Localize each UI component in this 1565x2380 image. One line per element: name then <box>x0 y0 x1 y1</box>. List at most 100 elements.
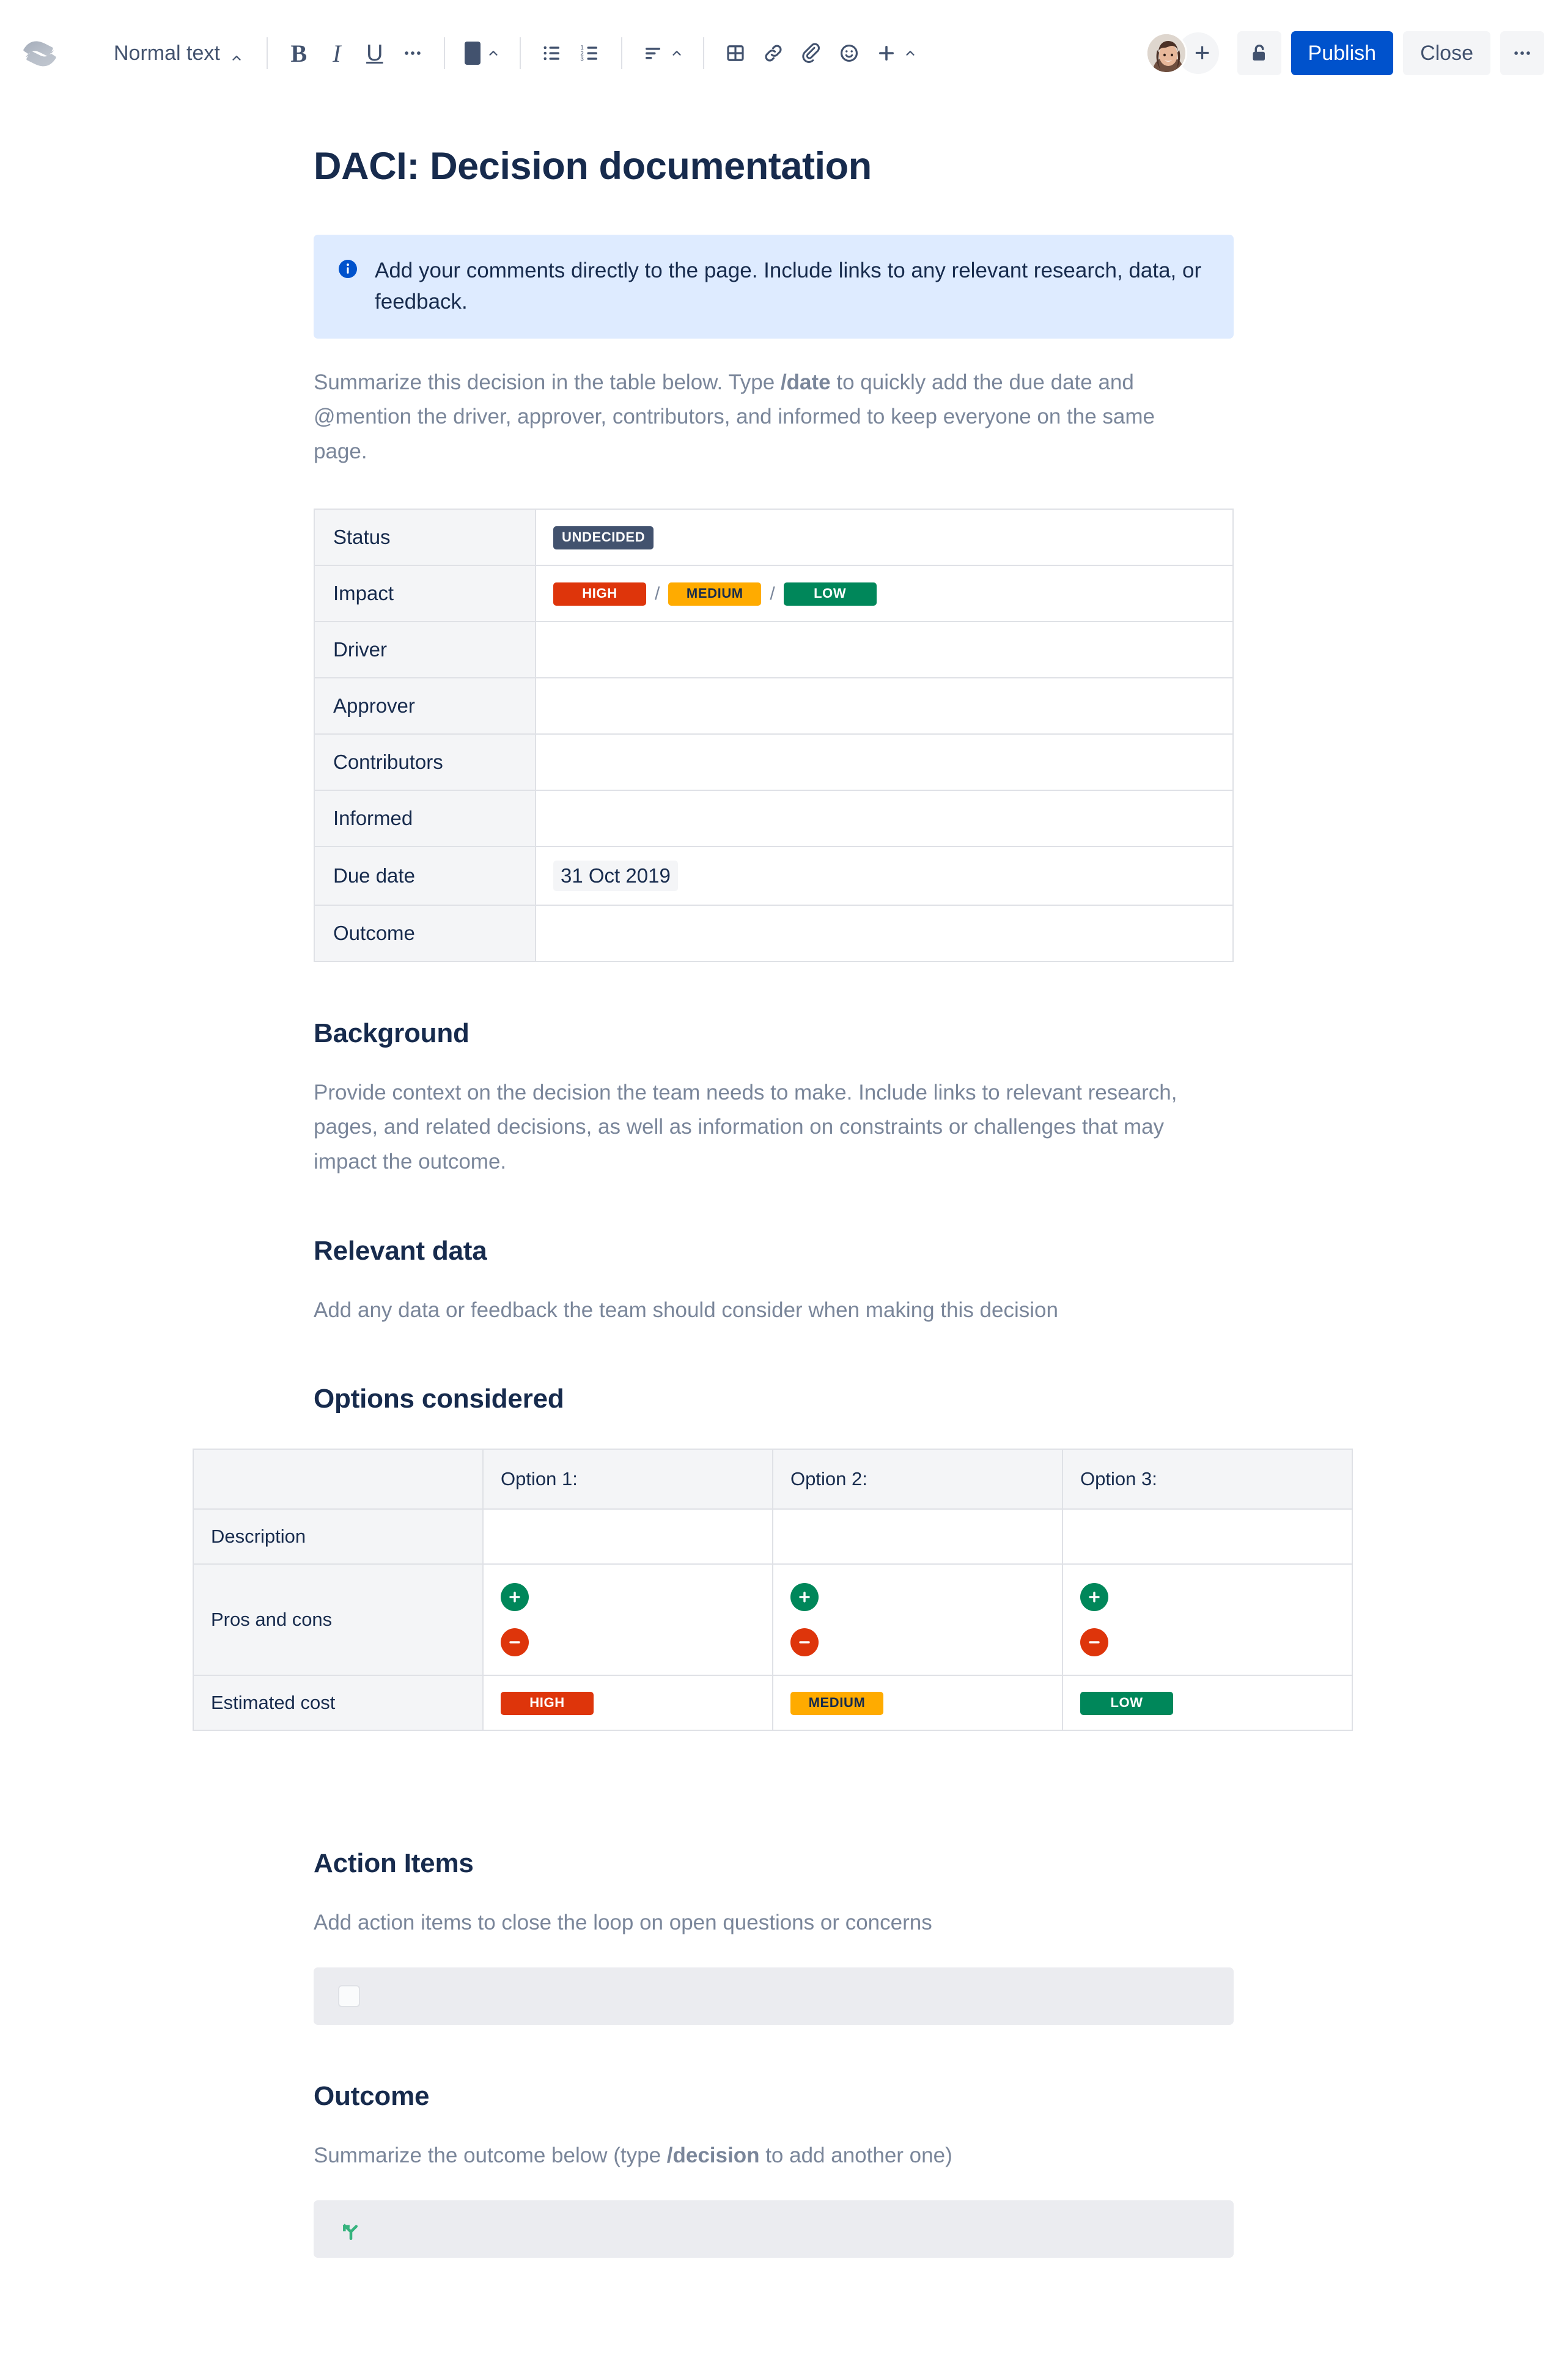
table-row: Status UNDECIDED <box>314 508 1234 566</box>
row-value-outcome[interactable] <box>535 904 1234 962</box>
row-value-impact[interactable]: HIGH / MEDIUM / LOW <box>535 564 1234 622</box>
table-row: Contributors <box>314 733 1234 791</box>
collaborators: + <box>1145 32 1219 74</box>
estimated-cost-cell-2[interactable]: MEDIUM <box>772 1675 1063 1732</box>
description-cell-2[interactable] <box>772 1508 1063 1565</box>
plus-circle-icon <box>1080 1583 1108 1612</box>
row-value-approver[interactable] <box>535 677 1234 735</box>
toolbar-divider <box>519 37 521 69</box>
impact-medium-badge[interactable]: MEDIUM <box>668 582 762 606</box>
row-value-contributors[interactable] <box>535 733 1234 791</box>
row-value-due-date[interactable]: 31 Oct 2019 <box>535 845 1234 906</box>
options-column-3[interactable]: Option 3: <box>1062 1449 1353 1510</box>
table-row: Estimated cost HIGH MEDIUM LOW <box>193 1675 1353 1732</box>
plus-circle-icon <box>790 1583 819 1612</box>
heading-relevant-data[interactable]: Relevant data <box>314 1236 1234 1266</box>
ellipsis-icon <box>1514 51 1530 55</box>
decision-panel[interactable] <box>314 2200 1234 2258</box>
text-style-dropdown[interactable]: Normal text <box>103 33 254 74</box>
bullet-list-button[interactable] <box>533 34 571 72</box>
pros-cons-cell-1[interactable] <box>482 1563 773 1677</box>
row-value-driver[interactable] <box>535 620 1234 678</box>
minus-circle-icon <box>501 1628 529 1657</box>
publish-button[interactable]: Publish <box>1291 31 1394 75</box>
impact-separator: / <box>655 583 660 604</box>
impact-high-badge[interactable]: HIGH <box>553 582 646 606</box>
estimated-cost-cell-3[interactable]: LOW <box>1062 1675 1353 1732</box>
page-title[interactable]: DACI: Decision documentation <box>314 144 1234 189</box>
text-color-swatch-icon <box>464 42 481 65</box>
text-style-label: Normal text <box>114 41 220 65</box>
relevant-data-text: Add any data or feedback the team should… <box>314 1298 1058 1322</box>
text-color-button[interactable] <box>457 34 507 72</box>
outcome-decision-command: /decision <box>666 2143 760 2168</box>
impact-separator: / <box>770 583 775 604</box>
estimated-cost-cell-1[interactable]: HIGH <box>482 1675 773 1732</box>
outcome-after: to add another one) <box>759 2143 952 2168</box>
intro-before: Summarize this decision in the table bel… <box>314 370 781 394</box>
options-column-2[interactable]: Option 2: <box>772 1449 1063 1510</box>
table-row: Option 1: Option 2: Option 3: <box>193 1449 1353 1510</box>
options-corner-cell <box>193 1449 484 1510</box>
row-label-informed: Informed <box>314 789 536 847</box>
heading-outcome[interactable]: Outcome <box>314 2081 1234 2112</box>
table-row: Driver <box>314 620 1234 678</box>
more-actions-button[interactable] <box>1500 31 1544 75</box>
chevron-up-icon <box>670 46 683 60</box>
action-items-text: Add action items to close the loop on op… <box>314 1911 932 1935</box>
attachment-button[interactable] <box>792 34 830 72</box>
table-row: Informed <box>314 789 1234 847</box>
action-item-task[interactable] <box>314 1967 1234 2026</box>
numbered-list-button[interactable]: 1 2 3 <box>571 34 609 72</box>
ellipsis-icon <box>405 51 421 55</box>
row-label-driver: Driver <box>314 620 536 678</box>
heading-options-considered[interactable]: Options considered <box>314 1384 1234 1414</box>
text-align-button[interactable] <box>635 34 691 72</box>
impact-low-badge[interactable]: LOW <box>783 582 877 606</box>
cost-low-badge[interactable]: LOW <box>1080 1692 1173 1715</box>
restrictions-button[interactable] <box>1237 31 1281 75</box>
insert-link-button[interactable] <box>754 34 792 72</box>
italic-button[interactable]: I <box>318 34 356 72</box>
bold-button[interactable]: B <box>280 34 318 72</box>
table-row: Pros and cons <box>193 1563 1353 1677</box>
table-row: Approver <box>314 677 1234 735</box>
due-date-pill[interactable]: 31 Oct 2019 <box>553 860 678 891</box>
emoji-icon <box>840 44 858 62</box>
intro-paragraph: Summarize this decision in the table bel… <box>314 365 1206 469</box>
confluence-logo-icon[interactable] <box>21 34 59 72</box>
task-checkbox[interactable] <box>338 1985 360 2008</box>
status-badge: UNDECIDED <box>553 526 654 549</box>
pros-cons-cell-2[interactable] <box>772 1563 1063 1677</box>
description-cell-3[interactable] <box>1062 1508 1353 1565</box>
heading-action-items[interactable]: Action Items <box>314 1848 1234 1879</box>
cost-high-badge[interactable]: HIGH <box>501 1692 594 1715</box>
options-row-label-estimated-cost: Estimated cost <box>193 1675 484 1732</box>
bold-label: B <box>290 39 307 67</box>
chevron-up-icon <box>904 46 917 60</box>
italic-label: I <box>333 39 341 67</box>
link-icon <box>765 45 782 62</box>
emoji-button[interactable] <box>830 34 868 72</box>
chevron-up-icon <box>230 46 243 61</box>
outcome-text: Summarize the outcome below (type /decis… <box>314 2139 1206 2173</box>
options-row-label-pros-cons: Pros and cons <box>193 1563 484 1677</box>
row-value-status[interactable]: UNDECIDED <box>535 508 1234 566</box>
table-row: Impact HIGH / MEDIUM / LOW <box>314 564 1234 622</box>
pros-cons-cell-3[interactable] <box>1062 1563 1353 1677</box>
options-column-1[interactable]: Option 1: <box>482 1449 773 1510</box>
toolbar-divider <box>702 37 704 69</box>
minus-circle-icon <box>1080 1628 1108 1657</box>
description-cell-1[interactable] <box>482 1508 773 1565</box>
underline-button[interactable]: U <box>356 34 394 72</box>
more-formatting-button[interactable] <box>394 34 432 72</box>
avatar[interactable] <box>1145 32 1187 74</box>
row-value-informed[interactable] <box>535 789 1234 847</box>
insert-table-button[interactable] <box>716 34 754 72</box>
document-content: DACI: Decision documentation Add your co… <box>193 144 1353 2258</box>
close-button[interactable]: Close <box>1403 31 1490 75</box>
cost-medium-badge[interactable]: MEDIUM <box>790 1692 883 1715</box>
heading-background[interactable]: Background <box>314 1018 1234 1049</box>
insert-more-button[interactable] <box>868 34 924 72</box>
